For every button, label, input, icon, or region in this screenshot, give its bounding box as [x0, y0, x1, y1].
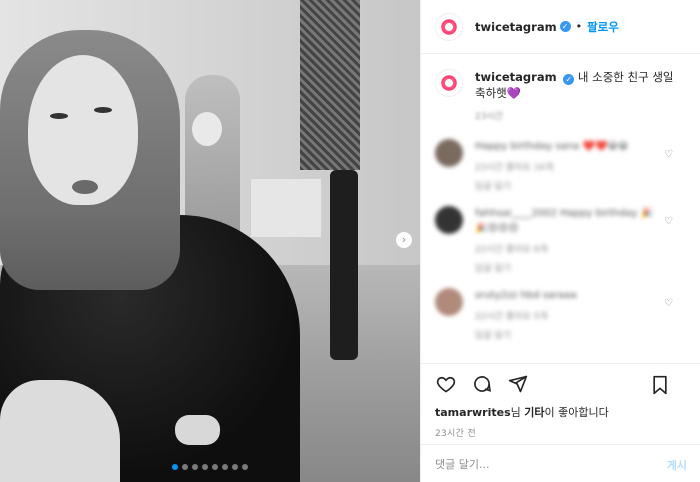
avatar[interactable] [435, 206, 463, 234]
photo-face [28, 55, 138, 205]
list-item: sruty2zz hbd saraaa 22시간 좋아요 5개 답글 달기 ♡ [435, 288, 687, 341]
comment-meta-text: 23시간 좋아요 16개 [475, 163, 554, 173]
carousel-dot [192, 464, 198, 470]
caption-username[interactable]: twicetagram [475, 70, 557, 84]
post-timestamp[interactable]: 23시간 전 [421, 426, 700, 439]
add-comment-bar: 게시 [421, 444, 700, 482]
caption-text-block: twicetagram ✓ 내 소중한 친구 생일 축하햇💜 23시간 [475, 69, 675, 125]
purple-heart-icon: 💜 [506, 86, 522, 100]
comment-input[interactable] [435, 458, 667, 471]
comment-body: sruty2zz hbd saraaa 22시간 좋아요 5개 답글 달기 [475, 288, 660, 341]
likes-suffix-1: 님 [510, 406, 521, 419]
verified-badge-icon: ✓ [559, 21, 571, 32]
carousel-dot [222, 464, 228, 470]
header-username[interactable]: twicetagram [475, 20, 557, 34]
liker-username[interactable]: tamarwrites [435, 406, 511, 419]
post-photo[interactable] [0, 0, 420, 482]
avatar[interactable] [435, 288, 463, 316]
carousel-dots [0, 464, 420, 470]
photo-coat [300, 0, 360, 170]
likes-suffix-2: 이 좋아합니다 [544, 406, 609, 419]
post-side-panel: twicetagram ✓ • 팔로우 twicetagram ✓ 내 소중한 … [420, 0, 700, 482]
comment-meta: 22시간 좋아요 5개 [475, 309, 660, 322]
carousel-dot [202, 464, 208, 470]
caption-time: 23시간 [475, 112, 504, 122]
carousel-dot [242, 464, 248, 470]
photo-boxes [250, 178, 322, 238]
carousel-dot [172, 464, 178, 470]
bookmark-icon[interactable] [649, 374, 671, 396]
twice-logo-icon [440, 17, 458, 36]
photo-eye-left [50, 113, 68, 119]
comment-text: sruty2zz hbd saraaa [475, 290, 577, 301]
carousel-dot [182, 464, 188, 470]
photo-eye-right [94, 107, 112, 113]
post-header: twicetagram ✓ • 팔로우 [421, 0, 700, 54]
list-item: fahhsai____2002 Happy birthday 🎉🎉😍😍😍 22시… [435, 206, 687, 274]
carousel-dot [232, 464, 238, 470]
avatar[interactable] [435, 12, 463, 41]
comment-heart-icon[interactable]: ♡ [664, 216, 673, 227]
twice-logo-icon [440, 74, 458, 92]
share-icon[interactable] [507, 373, 529, 395]
list-item: Happy birthday sana ❤️❤️😀😀 23시간 좋아요 16개 … [435, 139, 687, 192]
comment-meta: 22시간 좋아요 6개 [475, 242, 660, 255]
verified-badge-icon: ✓ [563, 74, 575, 85]
comment-heart-icon[interactable]: ♡ [664, 298, 673, 309]
post-comment-button[interactable]: 게시 [667, 457, 687, 473]
comments-list[interactable]: twicetagram ✓ 내 소중한 친구 생일 축하햇💜 23시간 Happ… [421, 55, 700, 363]
post-actions: tamarwrites님 기타이 좋아합니다 23시간 전 게시 [421, 363, 700, 482]
avatar[interactable] [435, 139, 463, 167]
action-icons [421, 364, 700, 404]
reply-button[interactable]: 답글 달기 [475, 328, 660, 341]
comment-text: fahhsai____2002 Happy birthday 🎉🎉😍😍😍 [475, 208, 654, 234]
photo-legs [330, 170, 358, 360]
chevron-right-icon[interactable]: › [395, 231, 413, 249]
reply-button[interactable]: 답글 달기 [475, 261, 660, 274]
header-separator: • [575, 20, 583, 33]
photo-background-head [192, 112, 222, 146]
comment-meta-text: 22시간 좋아요 5개 [475, 312, 548, 322]
likes-others-link[interactable]: 기타 [524, 406, 544, 419]
caption: twicetagram ✓ 내 소중한 친구 생일 축하햇💜 23시간 [435, 69, 687, 125]
heart-icon[interactable] [435, 373, 457, 395]
likes-summary: tamarwrites님 기타이 좋아합니다 [421, 404, 700, 420]
comment-heart-icon[interactable]: ♡ [664, 149, 673, 160]
photo-mouth [72, 180, 98, 194]
comment-meta-text: 22시간 좋아요 6개 [475, 245, 548, 255]
comment-meta: 23시간 좋아요 16개 [475, 160, 660, 173]
follow-button[interactable]: 팔로우 [587, 19, 619, 35]
comment-body: Happy birthday sana ❤️❤️😀😀 23시간 좋아요 16개 … [475, 139, 660, 192]
comment-icon[interactable] [471, 373, 493, 395]
avatar[interactable] [435, 69, 463, 97]
carousel-dot [212, 464, 218, 470]
comment-body: fahhsai____2002 Happy birthday 🎉🎉😍😍😍 22시… [475, 206, 660, 274]
comment-text: Happy birthday sana ❤️❤️😀😀 [475, 141, 629, 152]
photo-hand [175, 415, 220, 445]
reply-button[interactable]: 답글 달기 [475, 179, 660, 192]
